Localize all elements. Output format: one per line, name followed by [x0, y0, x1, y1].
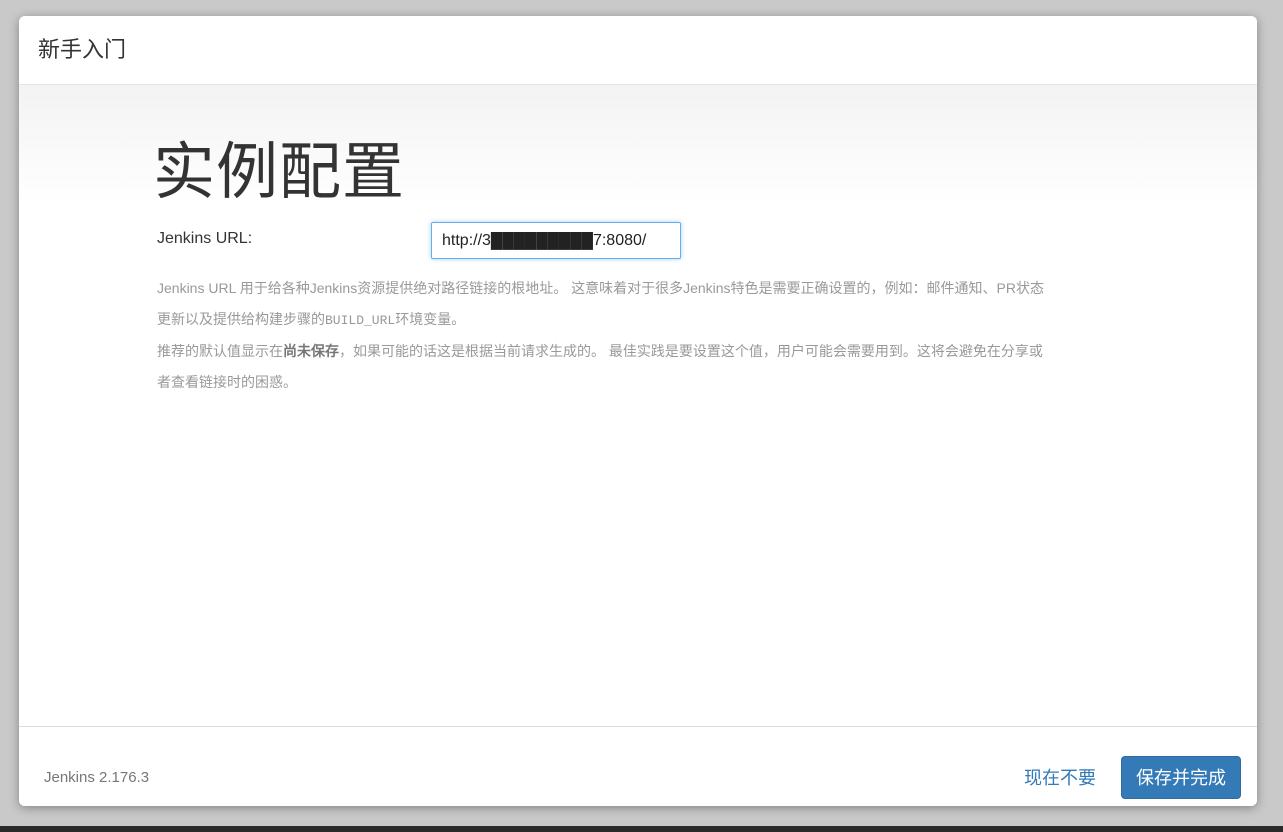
- jenkins-url-help-text: Jenkins URL 用于给各种Jenkins资源提供绝对路径链接的根地址。 …: [157, 273, 1117, 398]
- help-line: Jenkins URL 用于给各种Jenkins资源提供绝对路径链接的根地址。 …: [157, 280, 1045, 296]
- build-url-code: BUILD_URL: [325, 313, 396, 328]
- setup-wizard-dialog: 新手入门 实例配置 Jenkins URL: Jenkins URL 用于给各种…: [19, 16, 1257, 806]
- save-and-finish-button[interactable]: 保存并完成: [1121, 756, 1241, 799]
- help-text: 更新以及提供给构建步骤的: [157, 311, 325, 327]
- dialog-title: 新手入门: [38, 37, 127, 62]
- help-line: 者查看链接时的困惑。: [157, 374, 297, 390]
- help-line: 推荐的默认值显示在尚未保存，如果可能的话这是根据当前请求生成的。 最佳实践是要设…: [157, 336, 1117, 367]
- not-saved-emphasis: 尚未保存: [283, 343, 339, 359]
- help-text: 环境变量。: [395, 311, 466, 327]
- jenkins-url-input[interactable]: [431, 222, 681, 259]
- help-text: 推荐的默认值显示在: [157, 343, 283, 359]
- jenkins-url-label: Jenkins URL:: [157, 230, 253, 247]
- skip-button[interactable]: 现在不要: [1024, 767, 1096, 789]
- dialog-body: 实例配置 Jenkins URL: Jenkins URL 用于给各种Jenki…: [19, 85, 1257, 726]
- page-title: 实例配置: [153, 138, 406, 207]
- jenkins-version: Jenkins 2.176.3: [44, 769, 150, 786]
- help-line: 更新以及提供给构建步骤的BUILD_URL环境变量。: [157, 304, 1117, 336]
- help-text: ，如果可能的话这是根据当前请求生成的。 最佳实践是要设置这个值，用户可能会需要用…: [339, 343, 1043, 359]
- dialog-header: 新手入门: [19, 16, 1257, 85]
- dialog-footer: Jenkins 2.176.3 现在不要 保存并完成: [19, 726, 1257, 806]
- screen-bottom-edge: [0, 826, 1283, 832]
